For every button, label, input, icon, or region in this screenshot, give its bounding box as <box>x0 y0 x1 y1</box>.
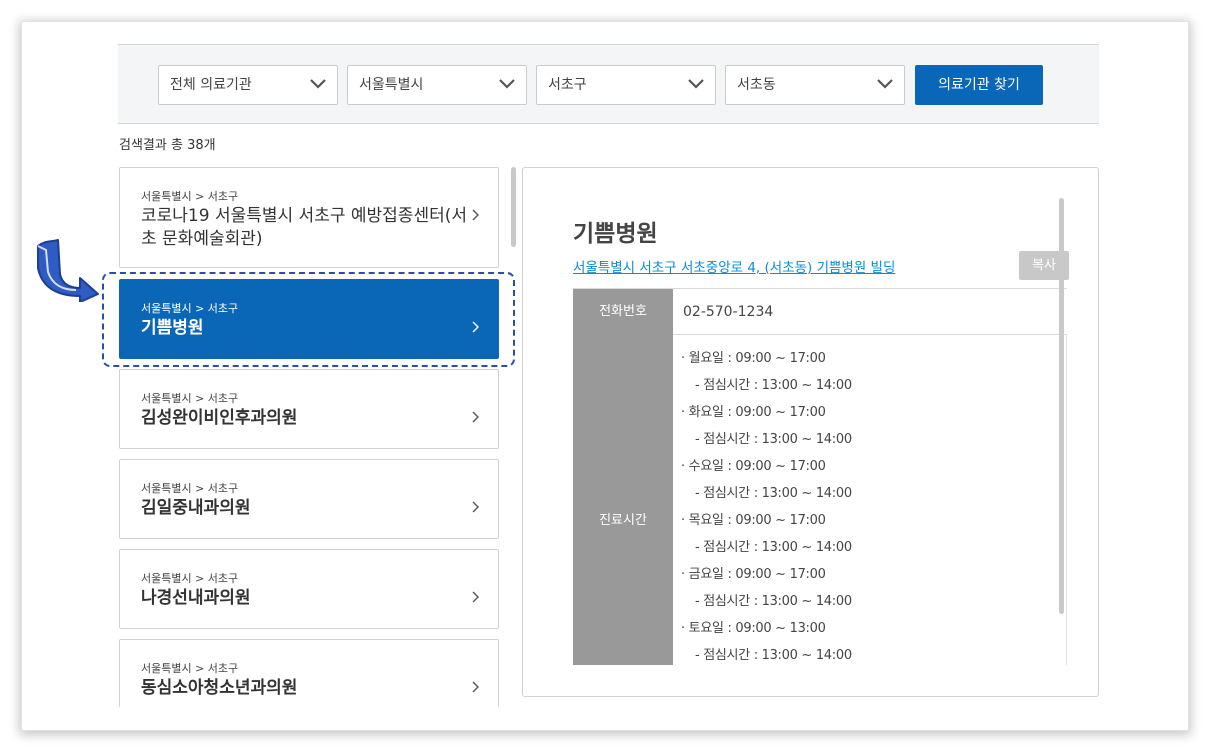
address-link[interactable]: 서울특별시 서초구 서초중앙로 4, (서초동) 기쁨병원 빌딩 <box>573 256 895 276</box>
list-item[interactable]: 서울특별시 > 서초구 코로나19 서울특별시 서초구 예방접종센터(서초 문화… <box>119 167 499 268</box>
list-item-path: 서울특별시 > 서초구 <box>141 190 239 203</box>
chevron-down-icon <box>310 79 326 89</box>
lunch-line: - 점심시간 : 13:00 ~ 14:00 <box>695 540 852 555</box>
find-hospital-button[interactable]: 의료기관 찾기 <box>915 65 1043 105</box>
hours-label: 진료시간 <box>573 335 673 665</box>
lunch-line: - 점심시간 : 13:00 ~ 14:00 <box>695 432 852 447</box>
district-select-value: 서초구 <box>548 77 587 93</box>
chevron-down-icon <box>499 79 515 89</box>
highlight-outline <box>102 272 515 367</box>
list-item-path: 서울특별시 > 서초구 <box>141 482 239 495</box>
list-scrollbar[interactable] <box>511 167 516 247</box>
list-item[interactable]: 서울특별시 > 서초구 나경선내과의원 <box>119 549 499 629</box>
list-item-name: 나경선내과의원 <box>141 588 251 608</box>
app-frame: 전체 의료기관 서울특별시 서초구 서초동 의료기관 찾기 검색결과 총 38개… <box>22 22 1188 730</box>
dong-select-value: 서초동 <box>737 77 776 93</box>
hours-row: 진료시간 · 월요일 : 09:00 ~ 17:00 - 점심시간 : 13:0… <box>573 335 1067 665</box>
lunch-line: - 점심시간 : 13:00 ~ 14:00 <box>695 378 852 393</box>
chevron-down-icon <box>688 79 704 89</box>
hours-list: · 월요일 : 09:00 ~ 17:00 - 점심시간 : 13:00 ~ 1… <box>681 349 852 673</box>
phone-row: 전화번호 02-570-1234 <box>573 288 1067 335</box>
hours-line: · 목요일 : 09:00 ~ 17:00 <box>681 513 826 528</box>
pointer-arrow-icon <box>37 239 99 302</box>
type-select[interactable]: 전체 의료기관 <box>158 65 338 105</box>
chevron-right-icon <box>472 681 479 693</box>
list-item-path: 서울특별시 > 서초구 <box>141 662 239 675</box>
list-item[interactable]: 서울특별시 > 서초구 동심소아청소년과의원 <box>119 639 499 707</box>
chevron-right-icon <box>472 501 479 513</box>
list-item[interactable]: 서울특별시 > 서초구 김성완이비인후과의원 <box>119 369 499 449</box>
list-item[interactable]: 서울특별시 > 서초구 김일중내과의원 <box>119 459 499 539</box>
result-count: 검색결과 총 38개 <box>119 138 216 153</box>
chevron-right-icon <box>472 591 479 603</box>
list-item-path: 서울특별시 > 서초구 <box>141 572 239 585</box>
hospital-list: 서울특별시 > 서초구 코로나19 서울특별시 서초구 예방접종센터(서초 문화… <box>119 167 499 707</box>
detail-panel: 기쁨병원 서울특별시 서초구 서초중앙로 4, (서초동) 기쁨병원 빌딩 복사… <box>522 167 1099 697</box>
lunch-line: - 점심시간 : 13:00 ~ 14:00 <box>695 594 852 609</box>
type-select-value: 전체 의료기관 <box>170 77 252 93</box>
hospital-title: 기쁨병원 <box>573 221 658 247</box>
chevron-down-icon <box>877 79 893 89</box>
list-item-name: 동심소아청소년과의원 <box>141 678 298 698</box>
district-select[interactable]: 서초구 <box>536 65 716 105</box>
list-item-name: 코로나19 서울특별시 서초구 예방접종센터(서초 문화예술회관) <box>141 206 467 249</box>
hours-line: · 화요일 : 09:00 ~ 17:00 <box>681 405 826 420</box>
phone-value: 02-570-1234 <box>683 304 774 320</box>
chevron-right-icon <box>472 411 479 423</box>
phone-label: 전화번호 <box>573 289 673 335</box>
city-select-value: 서울특별시 <box>359 77 424 93</box>
hours-line: · 수요일 : 09:00 ~ 17:00 <box>681 459 826 474</box>
list-item-name: 김일중내과의원 <box>141 498 251 518</box>
chevron-right-icon <box>472 209 479 221</box>
dong-select[interactable]: 서초동 <box>725 65 905 105</box>
hours-line: · 월요일 : 09:00 ~ 17:00 <box>681 351 826 366</box>
filter-bar: 전체 의료기관 서울특별시 서초구 서초동 의료기관 찾기 <box>118 44 1099 124</box>
hours-line: · 금요일 : 09:00 ~ 17:00 <box>681 567 826 582</box>
lunch-line: - 점심시간 : 13:00 ~ 14:00 <box>695 648 852 663</box>
detail-scrollbar[interactable] <box>1059 198 1064 614</box>
city-select[interactable]: 서울특별시 <box>347 65 527 105</box>
lunch-line: - 점심시간 : 13:00 ~ 14:00 <box>695 486 852 501</box>
hours-line: · 토요일 : 09:00 ~ 13:00 <box>681 621 826 636</box>
list-item-name: 김성완이비인후과의원 <box>141 408 298 428</box>
list-item-path: 서울특별시 > 서초구 <box>141 392 239 405</box>
